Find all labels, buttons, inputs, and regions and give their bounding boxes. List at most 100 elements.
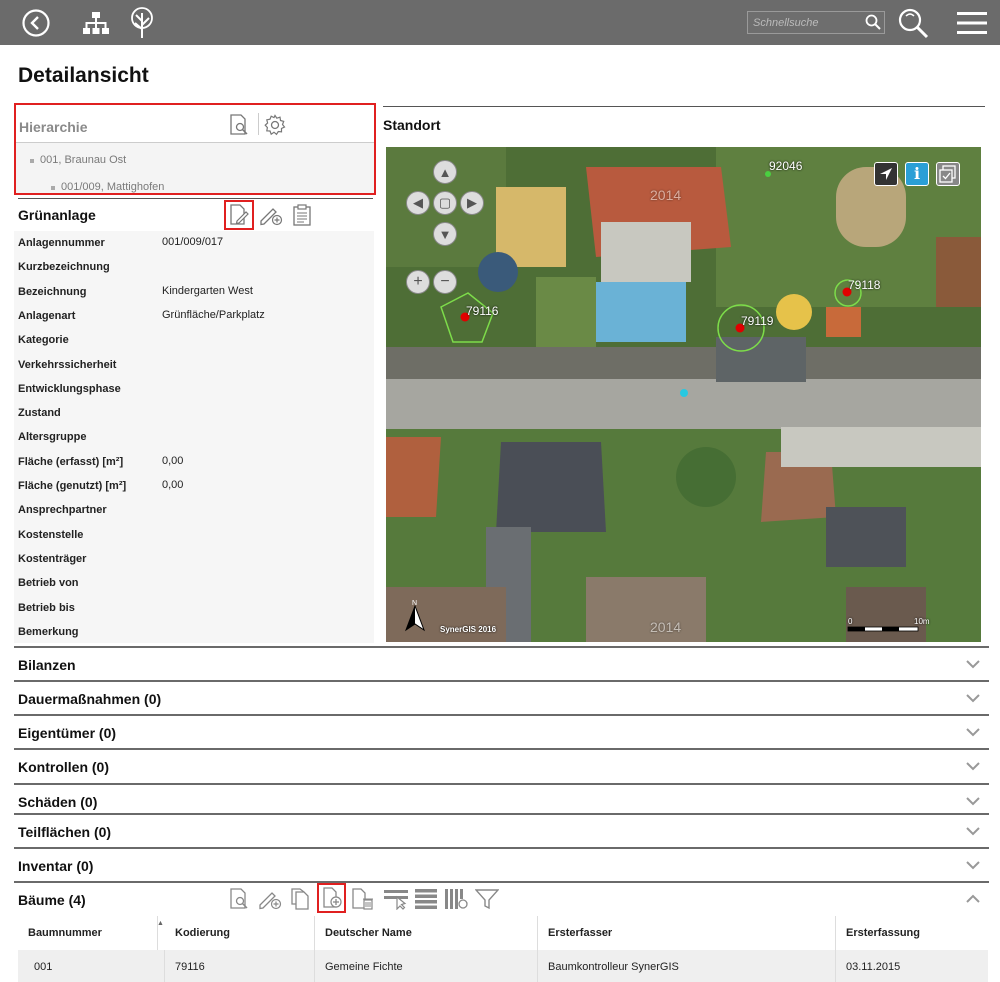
property-row: Bezeichnung Kindergarten West	[14, 280, 374, 304]
column-header[interactable]: Ersterfassung	[836, 916, 988, 950]
accordion-section[interactable]: Kontrollen (0)	[14, 748, 989, 782]
edit-document-icon[interactable]	[224, 200, 254, 230]
chevron-down-icon[interactable]	[965, 858, 981, 876]
property-label: Betrieb bis	[18, 601, 75, 614]
zoom-out-icon[interactable]: −	[433, 270, 457, 294]
add-document-icon[interactable]	[317, 883, 346, 913]
accordion-section[interactable]: Schäden (0)	[14, 783, 989, 817]
quick-search-field[interactable]	[747, 11, 885, 34]
table-cell[interactable]: 001	[18, 950, 165, 982]
table-cell[interactable]: Baumkontrolleur SynerGIS	[538, 950, 836, 982]
column-header[interactable]: Baumnummer	[18, 916, 158, 950]
columns-icon[interactable]	[443, 886, 469, 912]
tree-label: 79119	[741, 314, 774, 328]
layers-icon[interactable]	[936, 162, 960, 186]
back-icon[interactable]	[18, 0, 54, 45]
sort-asc-icon[interactable]: ▲	[157, 920, 164, 927]
accordion-section[interactable]: Inventar (0)	[14, 847, 989, 881]
select-rows-icon[interactable]	[382, 886, 410, 912]
pan-right-icon[interactable]: ▶	[460, 191, 484, 215]
chevron-down-icon[interactable]	[965, 691, 981, 709]
property-row: Anlagenart Grünfläche/Parkplatz	[14, 304, 374, 328]
filter-icon[interactable]	[474, 886, 500, 912]
add-edit-icon[interactable]	[258, 202, 284, 228]
pan-up-icon[interactable]: ▲	[433, 160, 457, 184]
accordion-label: Teilflächen (0)	[18, 824, 112, 840]
property-list: Anlagennummer 001/009/017 Kurzbezeichnung B…	[14, 231, 374, 643]
top-bar	[0, 0, 1000, 45]
location-map[interactable]: 79116 79119 79118 92046 2014 2014 SynerG…	[386, 147, 981, 642]
hierarchy-panel: Hierarchie 001, Braunau Ost 001/009, Mat…	[14, 103, 376, 195]
north-arrow-icon: N	[402, 597, 428, 638]
zoom-in-icon[interactable]: +	[406, 270, 430, 294]
chevron-down-icon[interactable]	[965, 824, 981, 842]
scale-start-label: 0	[848, 617, 853, 626]
hierarchy-item[interactable]: 001/009, Mattighofen	[50, 181, 164, 193]
divider	[258, 113, 259, 135]
table-cell[interactable]: 79116	[165, 950, 315, 982]
rows-icon[interactable]	[413, 886, 439, 912]
property-row: Zustand	[14, 401, 374, 425]
accordion-label: Inventar (0)	[18, 858, 94, 874]
property-row: Betrieb bis	[14, 596, 374, 620]
property-row: Ansprechpartner	[14, 498, 374, 522]
menu-icon[interactable]	[956, 0, 988, 45]
property-row: Entwicklungsphase	[14, 377, 374, 401]
chevron-down-icon[interactable]	[965, 794, 981, 812]
property-label: Kurzbezeichnung	[18, 261, 110, 274]
section-divider	[18, 198, 373, 199]
document-search-icon[interactable]	[228, 114, 250, 136]
pan-left-icon[interactable]: ◀	[406, 191, 430, 215]
property-row: Kategorie	[14, 328, 374, 352]
accordion-label: Bilanzen	[18, 657, 76, 673]
property-row: Bemerkung	[14, 620, 374, 644]
chevron-down-icon[interactable]	[965, 759, 981, 777]
property-value: 0,00	[162, 479, 184, 491]
column-header[interactable]: Ersterfasser	[538, 916, 836, 950]
column-header[interactable]: Kodierung	[165, 916, 315, 950]
add-edit-icon[interactable]	[257, 886, 283, 912]
accordion-section[interactable]: Teilflächen (0)	[14, 813, 989, 847]
hierarchy-item[interactable]: 001, Braunau Ost	[29, 154, 126, 166]
property-row: Anlagennummer 001/009/017	[14, 231, 374, 255]
aerial-image	[386, 147, 981, 642]
chevron-up-icon[interactable]	[965, 892, 981, 910]
property-label: Altersgruppe	[18, 431, 87, 444]
property-row: Fläche (genutzt) [m²] 0,00	[14, 474, 374, 498]
search-icon[interactable]	[865, 14, 881, 35]
hierarchy-title: Hierarchie	[19, 119, 88, 135]
column-header[interactable]: Deutscher Name	[315, 916, 538, 950]
delete-document-icon[interactable]	[349, 886, 375, 912]
property-row: Fläche (erfasst) [m²] 0,00	[14, 450, 374, 474]
accordion-section[interactable]: Eigentümer (0)	[14, 714, 989, 748]
property-label: Bezeichnung	[18, 285, 87, 298]
table-cell[interactable]: Gemeine Fichte	[315, 950, 538, 982]
property-label: Ansprechpartner	[18, 504, 107, 517]
property-label: Fläche (erfasst) [m²]	[18, 455, 124, 468]
property-row: Betrieb von	[14, 571, 374, 595]
property-value: Kindergarten West	[162, 284, 253, 297]
chevron-down-icon[interactable]	[965, 657, 981, 675]
gear-icon[interactable]	[264, 114, 286, 136]
zoom-search-icon[interactable]	[896, 0, 930, 45]
tree-label: 79116	[466, 304, 499, 318]
table-cell[interactable]: 03.11.2015	[836, 950, 988, 982]
hierarchy-icon[interactable]	[80, 0, 112, 45]
pan-center-icon[interactable]: ▢	[433, 191, 457, 215]
locate-icon[interactable]	[874, 162, 898, 186]
copy-icon[interactable]	[288, 886, 312, 912]
accordion-section[interactable]: Bilanzen	[14, 646, 989, 680]
accordion-section[interactable]: Dauermaßnahmen (0)	[14, 680, 989, 714]
tree-icon[interactable]	[126, 0, 158, 45]
accordion-label: Kontrollen (0)	[18, 759, 109, 775]
pan-down-icon[interactable]: ▼	[433, 222, 457, 246]
property-label: Kategorie	[18, 334, 69, 347]
accordion-baeume[interactable]: Bäume (4)	[14, 881, 989, 917]
clipboard-icon[interactable]	[290, 202, 314, 228]
document-search-icon[interactable]	[227, 886, 251, 912]
search-input[interactable]	[753, 14, 853, 31]
info-icon[interactable]: i	[905, 162, 929, 186]
property-label: Bemerkung	[18, 625, 79, 638]
chevron-down-icon[interactable]	[965, 725, 981, 743]
page-title: Detailansicht	[18, 64, 149, 87]
